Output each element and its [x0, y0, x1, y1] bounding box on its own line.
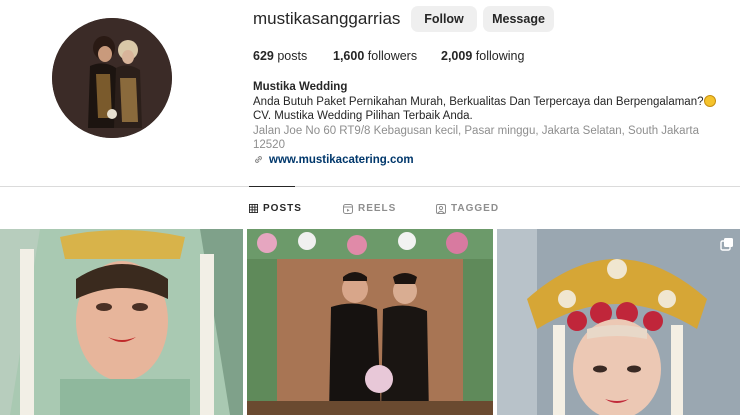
followers-count: 1,600 [333, 49, 365, 63]
posts-grid [0, 229, 740, 415]
post-image-bride-gold-headdress [497, 229, 740, 415]
followers-stat[interactable]: 1,600 followers [333, 49, 417, 63]
message-button[interactable]: Message [483, 6, 554, 32]
profile-username: mustikasanggarrias [253, 9, 401, 28]
bio-link-text: www.mustikacatering.com [269, 153, 414, 166]
reels-icon [343, 203, 353, 214]
tab-reels[interactable]: REELS [343, 203, 396, 214]
posts-label: posts [277, 49, 308, 63]
avatar-couple-photo [52, 18, 172, 138]
following-count: 2,009 [441, 49, 473, 63]
profile-avatar[interactable] [52, 18, 172, 138]
tab-tagged-label: TAGGED [451, 203, 500, 214]
following-stat[interactable]: 2,009 following [441, 49, 524, 63]
bio-line-2: CV. Mustika Wedding Pilihan Terbaik Anda… [253, 110, 473, 122]
tab-posts[interactable]: POSTS [249, 203, 302, 214]
bio-link[interactable]: www.mustikacatering.com [253, 153, 733, 168]
tagged-icon [436, 203, 446, 214]
tab-tagged[interactable]: TAGGED [436, 203, 499, 214]
bio-location: Jalan Joe No 60 RT9/8 Kebagusan kecil, P… [253, 124, 699, 152]
smile-emoji-icon [703, 94, 716, 107]
post-thumbnail[interactable] [0, 229, 243, 415]
carousel-icon [720, 238, 733, 251]
bio-line-1-text: Anda Butuh Paket Pernikahan Murah, Berku… [253, 95, 704, 108]
posts-count: 629 [253, 49, 274, 63]
post-thumbnail[interactable] [497, 229, 740, 415]
bio-line-1: Anda Butuh Paket Pernikahan Murah, Berku… [253, 94, 733, 110]
profile-bio: Mustika Wedding Anda Butuh Paket Pernika… [253, 80, 733, 167]
follow-button[interactable]: Follow [411, 6, 477, 32]
active-tab-indicator [249, 186, 295, 187]
posts-stat: 629 posts [253, 49, 307, 63]
tab-posts-label: POSTS [263, 203, 302, 214]
tabs-divider [0, 186, 740, 187]
post-image-couple-traditional [247, 229, 493, 415]
followers-label: followers [367, 49, 418, 63]
following-label: following [475, 49, 525, 63]
bio-name: Mustika Wedding [253, 81, 348, 93]
tab-reels-label: REELS [358, 203, 397, 214]
grid-icon [249, 204, 258, 213]
link-icon [255, 156, 262, 164]
post-thumbnail[interactable] [247, 229, 493, 415]
post-image-bride-green-veil [0, 229, 243, 415]
